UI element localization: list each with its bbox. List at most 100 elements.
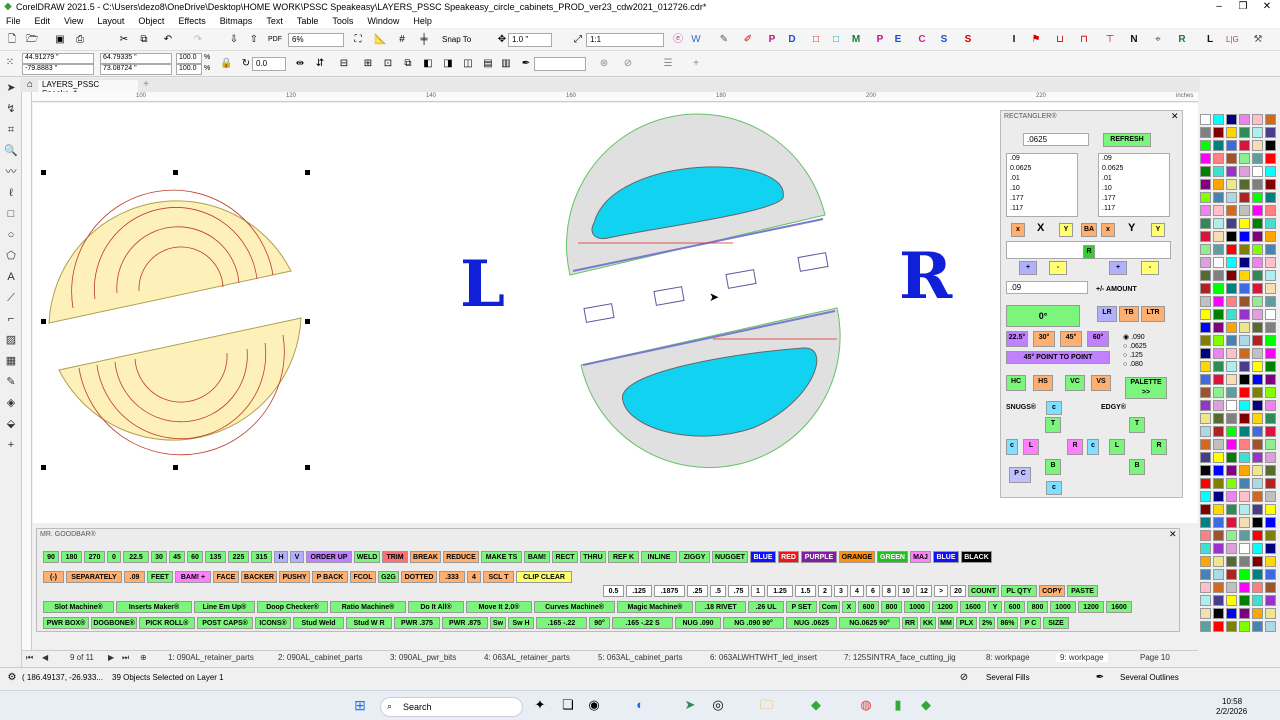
chrome-icon[interactable]: ◍ bbox=[860, 698, 872, 711]
palette-swatch[interactable] bbox=[1252, 556, 1263, 567]
palette-swatch[interactable] bbox=[1226, 400, 1237, 411]
palette-swatch[interactable] bbox=[1213, 543, 1224, 554]
goodbar-button[interactable]: X bbox=[842, 601, 856, 613]
goodbar-button[interactable]: .18 RIVET bbox=[695, 601, 746, 613]
close-icon[interactable]: ✕ bbox=[1256, 1, 1278, 12]
scale-icon[interactable]: ⤢ bbox=[572, 34, 584, 46]
list-item[interactable]: 0.0625 bbox=[1010, 164, 1077, 174]
palette-swatch[interactable] bbox=[1213, 478, 1224, 489]
palette-swatch[interactable] bbox=[1252, 114, 1263, 125]
goodbar-button[interactable]: P SET bbox=[786, 601, 817, 613]
goodbar-button[interactable]: .165 -.22 S bbox=[612, 617, 673, 629]
palette-swatch[interactable] bbox=[1226, 582, 1237, 593]
goodbar-button[interactable]: FCOL bbox=[350, 571, 376, 583]
goodbar-button[interactable]: REDUCE bbox=[443, 551, 479, 563]
ungroup-icon[interactable]: ⊡ bbox=[382, 58, 394, 70]
goodbar-button[interactable]: PWR .875 bbox=[442, 617, 488, 629]
vc-button[interactable]: VC bbox=[1065, 375, 1085, 391]
palette-swatch[interactable] bbox=[1226, 439, 1237, 450]
palette-swatch[interactable] bbox=[1213, 426, 1224, 437]
palette-swatch[interactable] bbox=[1239, 621, 1250, 632]
tb-button[interactable]: TB bbox=[1119, 306, 1139, 322]
palette-swatch[interactable] bbox=[1252, 361, 1263, 372]
goodbar-button[interactable]: FEET bbox=[147, 571, 173, 583]
macro-lamp-icon[interactable]: ⌖ bbox=[1152, 34, 1164, 46]
palette-swatch[interactable] bbox=[1252, 283, 1263, 294]
palette-swatch[interactable] bbox=[1226, 530, 1237, 541]
goodbar-button[interactable]: REF K bbox=[608, 551, 639, 563]
palette-swatch[interactable] bbox=[1200, 309, 1211, 320]
palette-swatch[interactable] bbox=[1213, 608, 1224, 619]
palette-swatch[interactable] bbox=[1239, 127, 1250, 138]
mirror-h-icon[interactable]: ⇹ bbox=[294, 58, 306, 70]
palette-swatch[interactable] bbox=[1252, 244, 1263, 255]
palette-swatch[interactable] bbox=[1239, 517, 1250, 528]
undo-icon[interactable]: ↶ bbox=[162, 34, 174, 46]
palette-swatch[interactable] bbox=[1200, 387, 1211, 398]
edgy-top-button[interactable]: T bbox=[1129, 417, 1145, 433]
goodbar-button[interactable]: .125 bbox=[626, 585, 652, 597]
goodbar-button[interactable]: NUG .0625 bbox=[786, 617, 837, 629]
palette-swatch[interactable] bbox=[1252, 179, 1263, 190]
palette-swatch[interactable] bbox=[1265, 491, 1276, 502]
macro-e-icon[interactable]: ⓔ bbox=[672, 34, 684, 46]
page-tab[interactable]: 4: 063AL_retainer_parts bbox=[484, 653, 570, 662]
palette-swatch[interactable] bbox=[1200, 452, 1211, 463]
palette-swatch[interactable] bbox=[1265, 244, 1276, 255]
palette-swatch[interactable] bbox=[1200, 166, 1211, 177]
palette-swatch[interactable] bbox=[1200, 517, 1211, 528]
palette-swatch[interactable] bbox=[1200, 595, 1211, 606]
panel-close-icon[interactable]: ✕ bbox=[1171, 111, 1179, 122]
goodbar-button[interactable]: GREEN bbox=[877, 551, 908, 563]
goodbar-button[interactable]: .25 bbox=[687, 585, 708, 597]
palette-swatch[interactable] bbox=[1213, 114, 1224, 125]
menu-table[interactable]: Table bbox=[291, 14, 327, 28]
cabinet-bottom-half[interactable] bbox=[580, 307, 841, 469]
palette-swatch[interactable] bbox=[1226, 166, 1237, 177]
home-icon[interactable]: ⌂ bbox=[24, 79, 36, 91]
palette-swatch[interactable] bbox=[1265, 270, 1276, 281]
radio-125[interactable]: ○ .125 bbox=[1123, 351, 1147, 360]
mirror-v-icon[interactable]: ⇵ bbox=[314, 58, 326, 70]
palette-swatch[interactable] bbox=[1200, 153, 1211, 164]
snugs-c-button[interactable]: c bbox=[1046, 401, 1062, 415]
artistic-media-icon[interactable]: ℓ bbox=[0, 183, 22, 204]
goodbar-button[interactable]: 30 bbox=[151, 551, 167, 563]
goodbar-button[interactable]: 2% bbox=[979, 617, 995, 629]
palette-swatch[interactable] bbox=[1252, 296, 1263, 307]
rotation-angle-field[interactable]: 0.0 bbox=[252, 57, 286, 71]
goodbar-button[interactable]: SEPARATELY bbox=[66, 571, 122, 583]
palette-swatch[interactable] bbox=[1200, 335, 1211, 346]
palette-swatch[interactable] bbox=[1213, 179, 1224, 190]
palette-swatch[interactable] bbox=[1226, 517, 1237, 528]
polygon-tool-icon[interactable]: ⬠ bbox=[0, 246, 22, 267]
menu-effects[interactable]: Effects bbox=[172, 14, 213, 28]
pick-tool-icon[interactable]: ➤ bbox=[0, 78, 22, 99]
goodbar-button[interactable]: BAM! bbox=[524, 551, 550, 563]
goodbar-button[interactable]: 90 bbox=[43, 551, 59, 563]
zoom-level-field[interactable]: 6% bbox=[288, 33, 344, 47]
goodbar-button[interactable]: Sw H bbox=[508, 617, 534, 629]
back-minus-front-icon[interactable]: ▥ bbox=[500, 58, 512, 70]
goodbar-button[interactable]: THRU bbox=[580, 551, 606, 563]
palette-swatch[interactable] bbox=[1252, 569, 1263, 580]
palette-swatch[interactable] bbox=[1265, 348, 1276, 359]
add-icon[interactable]: + bbox=[690, 58, 702, 70]
lock-ratio-icon[interactable]: 🔒 bbox=[220, 58, 232, 70]
palette-swatch[interactable] bbox=[1265, 192, 1276, 203]
palette-swatch[interactable] bbox=[1226, 140, 1237, 151]
palette-swatch[interactable] bbox=[1239, 296, 1250, 307]
goodbar-button[interactable]: .26 UL bbox=[748, 601, 784, 613]
palette-swatch[interactable] bbox=[1265, 569, 1276, 580]
palette-swatch[interactable] bbox=[1239, 569, 1250, 580]
palette-swatch[interactable] bbox=[1265, 400, 1276, 411]
goodbar-button[interactable]: 45 bbox=[169, 551, 185, 563]
ltr-button[interactable]: LTR bbox=[1141, 306, 1165, 322]
palette-swatch[interactable] bbox=[1265, 179, 1276, 190]
edgy-left-button[interactable]: L bbox=[1109, 439, 1125, 455]
palette-swatch[interactable] bbox=[1252, 166, 1263, 177]
macro-tool-icon[interactable]: ⚒ bbox=[1252, 34, 1264, 46]
menu-help[interactable]: Help bbox=[407, 14, 440, 28]
list-item[interactable]: .117 bbox=[1102, 204, 1169, 214]
palette-swatch[interactable] bbox=[1239, 283, 1250, 294]
